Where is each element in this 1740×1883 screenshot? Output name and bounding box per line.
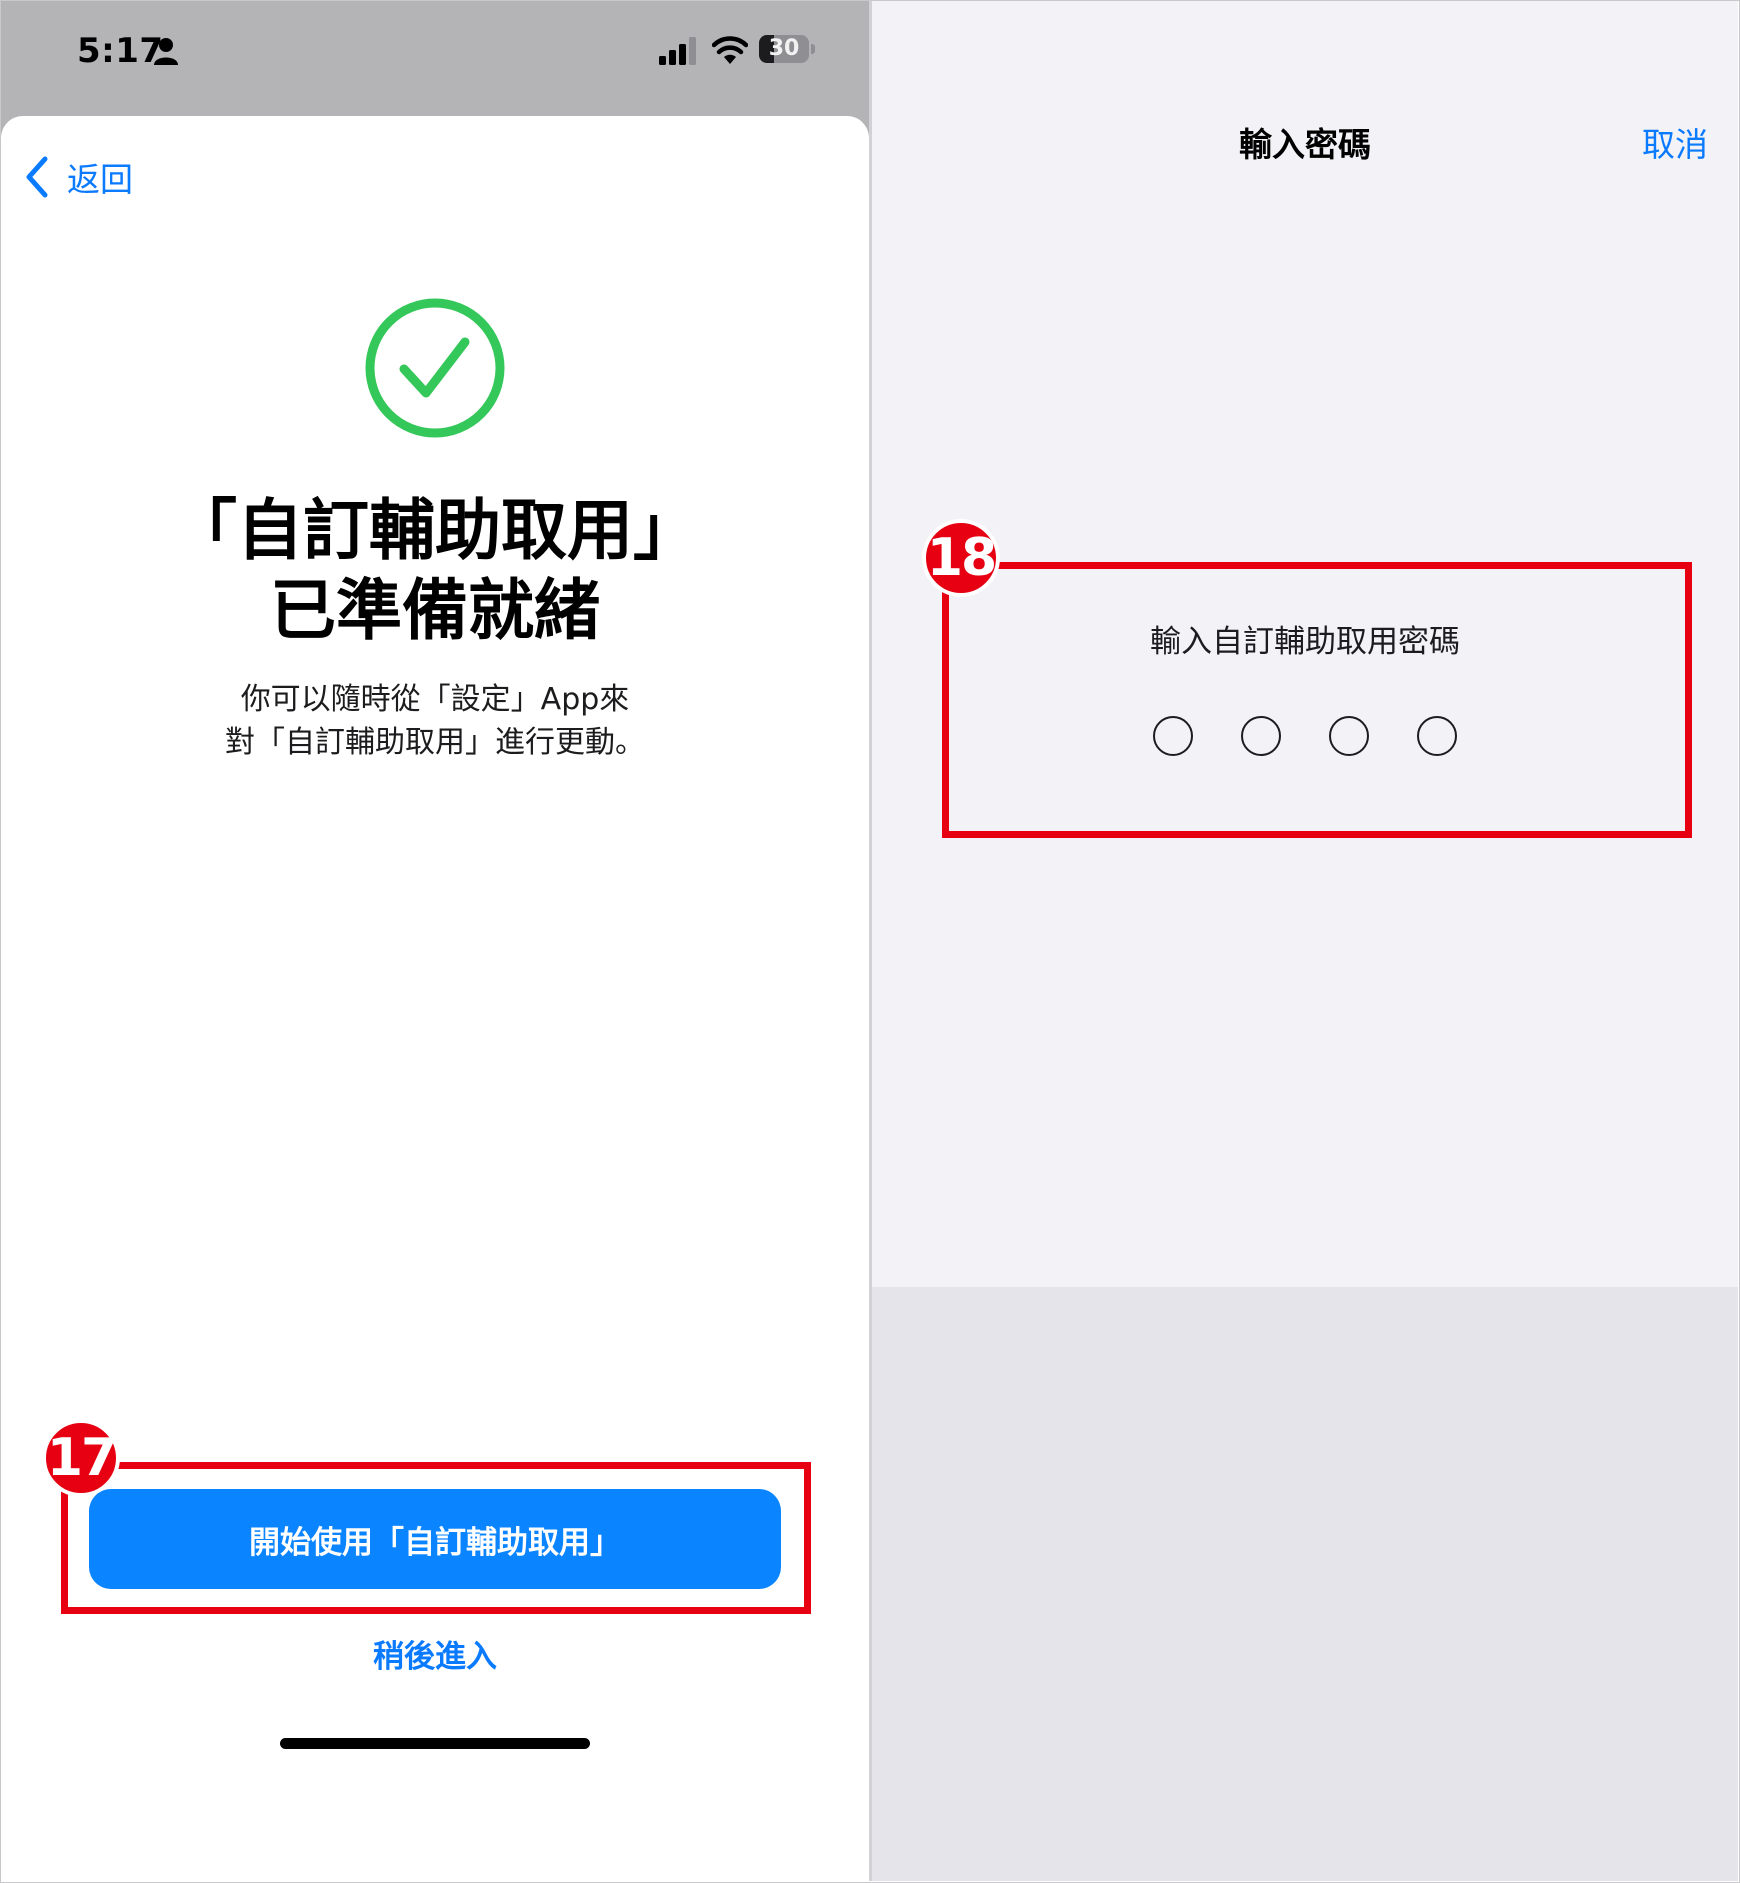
back-label: 返回 <box>67 160 133 199</box>
title-line-1: 「自訂輔助取用」 <box>171 492 699 569</box>
cellular-signal-icon <box>659 37 696 65</box>
callout-box-18 <box>942 562 1692 838</box>
set-up-later-link[interactable]: 稍後進入 <box>1 1631 869 1676</box>
setup-sheet: 返回 「自訂輔助取用」 已準備就緒 你可以隨時從「設定」App來 對「自訂輔助取… <box>1 116 869 1881</box>
description-line-1: 你可以隨時從「設定」App來 <box>240 682 630 717</box>
person-icon <box>154 38 178 65</box>
description: 你可以隨時從「設定」App來 對「自訂輔助取用」進行更動。 <box>1 678 869 764</box>
back-button[interactable]: 返回 <box>25 152 133 202</box>
page-title: 「自訂輔助取用」 已準備就緒 <box>1 491 869 651</box>
left-screen: 5:17 30 返回 「自訂輔助取用」 已準備就緒 你可以隨時從「設定」App來… <box>1 1 869 1881</box>
status-bar: 5:17 30 <box>1 1 869 116</box>
chevron-left-icon <box>26 156 48 198</box>
battery-cap <box>811 44 815 54</box>
callout-badge-17: 17 <box>42 1419 120 1497</box>
battery-icon: 30 <box>759 35 809 63</box>
callout-badge-18: 18 <box>922 519 1000 597</box>
cancel-button[interactable]: 取消 <box>1642 118 1708 166</box>
title-line-2: 已準備就緒 <box>270 572 600 649</box>
status-time: 5:17 <box>77 31 164 71</box>
right-screen: 輸入密碼 取消 輸入自訂輔助取用密碼 18 <box>872 1 1738 1881</box>
checkmark-circle-icon <box>365 298 505 438</box>
battery-level: 30 <box>768 36 800 61</box>
wifi-icon <box>712 36 748 64</box>
callout-box-17 <box>61 1462 811 1614</box>
home-indicator <box>280 1738 590 1749</box>
keyboard-area <box>872 1287 1738 1881</box>
description-line-2: 對「自訂輔助取用」進行更動。 <box>225 725 645 760</box>
passcode-nav-title: 輸入密碼 <box>1239 125 1371 164</box>
